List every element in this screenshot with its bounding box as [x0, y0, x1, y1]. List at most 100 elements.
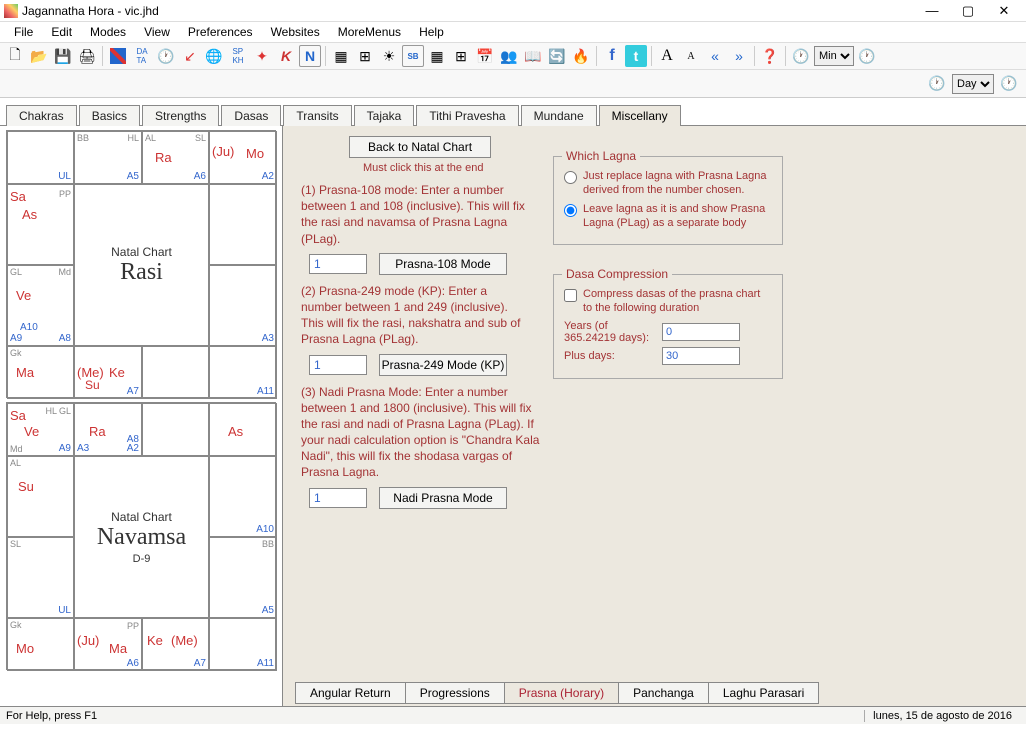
time-fwd-icon[interactable]: 🕐 [856, 45, 878, 67]
navamsa-chart[interactable]: SaHLGLVeMdA9 RaA8A3A2 As ALSu Natal Char… [6, 402, 276, 670]
btab-laghu[interactable]: Laghu Parasari [708, 682, 819, 704]
arrow-icon[interactable]: ↙ [179, 45, 201, 67]
close-button[interactable]: ✕ [986, 1, 1022, 21]
which-lagna-group: Which Lagna Just replace lagna with Pras… [553, 156, 783, 245]
tab-transits[interactable]: Transits [283, 105, 351, 126]
toolbar-secondary: 🕐 Day 🕐 [0, 70, 1026, 98]
miscellany-panel: Back to Natal Chart Must click this at t… [282, 126, 1026, 706]
font-big-icon[interactable]: A [656, 45, 678, 67]
prasna108-input[interactable] [309, 254, 367, 274]
tab-miscellany[interactable]: Miscellany [599, 105, 681, 126]
prasna249-label: (2) Prasna-249 mode (KP): Enter a number… [301, 283, 531, 348]
menu-modes[interactable]: Modes [82, 23, 134, 41]
years-label: Years (of 365.24219 days): [564, 320, 656, 344]
back-to-natal-button[interactable]: Back to Natal Chart [349, 136, 491, 158]
menu-help[interactable]: Help [411, 23, 452, 41]
status-date: lunes, 15 de agosto de 2016 [864, 710, 1020, 722]
prasna108-button[interactable]: Prasna-108 Mode [379, 253, 507, 275]
years-input[interactable] [662, 323, 740, 341]
maximize-button[interactable]: ▢ [950, 1, 986, 21]
couple-icon[interactable]: 👥 [498, 45, 520, 67]
navamsa-sub: D-9 [133, 553, 151, 565]
tab-strengths[interactable]: Strengths [142, 105, 219, 126]
tab-chakras[interactable]: Chakras [6, 105, 77, 126]
menu-file[interactable]: File [6, 23, 41, 41]
days-label: Plus days: [564, 350, 656, 362]
globe-icon[interactable]: 🌐 [203, 45, 225, 67]
prasna108-label: (1) Prasna-108 mode: Enter a number betw… [301, 182, 531, 247]
sync-icon[interactable]: 🔄 [546, 45, 568, 67]
day-unit-select[interactable]: Day [952, 74, 994, 94]
star-icon[interactable]: ☀ [378, 45, 400, 67]
flag-icon[interactable] [107, 45, 129, 67]
btab-prasna[interactable]: Prasna (Horary) [504, 682, 618, 704]
wand-icon[interactable]: ✦ [251, 45, 273, 67]
toolbar: 🗋 📂 💾 🖨 DATA 🕐 ↙ 🌐 SPKH ✦ K N ▦ ⊞ ☀ SB ▦… [0, 42, 1026, 70]
menu-moremenus[interactable]: MoreMenus [330, 23, 409, 41]
spkh-icon[interactable]: SPKH [227, 45, 249, 67]
dasa-legend: Dasa Compression [562, 267, 672, 281]
app-icon [4, 4, 18, 18]
nadi-label: (3) Nadi Prasna Mode: Enter a number bet… [301, 384, 541, 481]
day-fwd-icon[interactable]: 🕐 [998, 73, 1020, 95]
menu-view[interactable]: View [136, 23, 178, 41]
rasi-title: Natal Chart [111, 245, 172, 259]
btab-angular[interactable]: Angular Return [295, 682, 405, 704]
font-small-icon[interactable]: A [680, 45, 702, 67]
data-icon[interactable]: DATA [131, 45, 153, 67]
menu-websites[interactable]: Websites [263, 23, 328, 41]
save-icon[interactable]: 💾 [52, 45, 74, 67]
new-icon[interactable]: 🗋 [4, 45, 26, 67]
clock-icon[interactable]: 🕐 [155, 45, 177, 67]
nadi-input[interactable] [309, 488, 367, 508]
next-icon[interactable]: » [728, 45, 750, 67]
btab-panchanga[interactable]: Panchanga [618, 682, 708, 704]
k-icon[interactable]: K [275, 45, 297, 67]
tab-tajaka[interactable]: Tajaka [354, 105, 415, 126]
menubar: File Edit Modes View Preferences Website… [0, 22, 1026, 42]
grid1-icon[interactable]: ▦ [330, 45, 352, 67]
tab-mundane[interactable]: Mundane [521, 105, 597, 126]
open-icon[interactable]: 📂 [28, 45, 50, 67]
cal-icon[interactable]: 📅 [474, 45, 496, 67]
prev-icon[interactable]: « [704, 45, 726, 67]
compress-label: Compress dasas of the prasna chart to th… [583, 287, 772, 316]
grid2-icon[interactable]: ⊞ [354, 45, 376, 67]
twitter-icon[interactable]: t [625, 45, 647, 67]
tab-tithi[interactable]: Tithi Pravesha [416, 105, 518, 126]
box-icon[interactable]: ▦ [426, 45, 448, 67]
statusbar: For Help, press F1 lunes, 15 de agosto d… [0, 706, 1026, 724]
time-back-icon[interactable]: 🕐 [790, 45, 812, 67]
menu-preferences[interactable]: Preferences [180, 23, 261, 41]
rasi-chart[interactable]: UL BBHLA5 ALSLRaA6 (Ju)MoA2 SaPPAs Natal… [6, 130, 276, 398]
day-back-icon[interactable]: 🕐 [926, 73, 948, 95]
prasna249-input[interactable] [309, 355, 367, 375]
prasna249-button[interactable]: Prasna-249 Mode (KP) [379, 354, 507, 376]
print-icon[interactable]: 🖨 [76, 45, 98, 67]
n-icon[interactable]: N [299, 45, 321, 67]
btab-progressions[interactable]: Progressions [405, 682, 504, 704]
grid3-icon[interactable]: ⊞ [450, 45, 472, 67]
facebook-icon[interactable]: f [601, 45, 623, 67]
tab-basics[interactable]: Basics [79, 105, 140, 126]
compress-checkbox[interactable] [564, 289, 577, 302]
menu-edit[interactable]: Edit [43, 23, 80, 41]
lagna-legend: Which Lagna [562, 149, 640, 163]
navamsa-title: Natal Chart [111, 510, 172, 524]
rasi-main: Rasi [120, 259, 163, 286]
days-input[interactable] [662, 347, 740, 365]
titlebar: Jagannatha Hora - vic.jhd — ▢ ✕ [0, 0, 1026, 22]
book-icon[interactable]: 📖 [522, 45, 544, 67]
tab-dasas[interactable]: Dasas [221, 105, 281, 126]
charts-column: UL BBHLA5 ALSLRaA6 (Ju)MoA2 SaPPAs Natal… [0, 126, 282, 706]
lagna-opt1-label: Just replace lagna with Prasna Lagna der… [583, 169, 772, 198]
lagna-opt2-radio[interactable] [564, 204, 577, 217]
sb-icon[interactable]: SB [402, 45, 424, 67]
lagna-opt1-radio[interactable] [564, 171, 577, 184]
time-unit-select[interactable]: Min [814, 46, 854, 66]
help-icon[interactable]: ❓ [759, 45, 781, 67]
fire-icon[interactable]: 🔥 [570, 45, 592, 67]
top-tabs: Chakras Basics Strengths Dasas Transits … [0, 102, 1026, 126]
nadi-button[interactable]: Nadi Prasna Mode [379, 487, 507, 509]
minimize-button[interactable]: — [914, 1, 950, 21]
